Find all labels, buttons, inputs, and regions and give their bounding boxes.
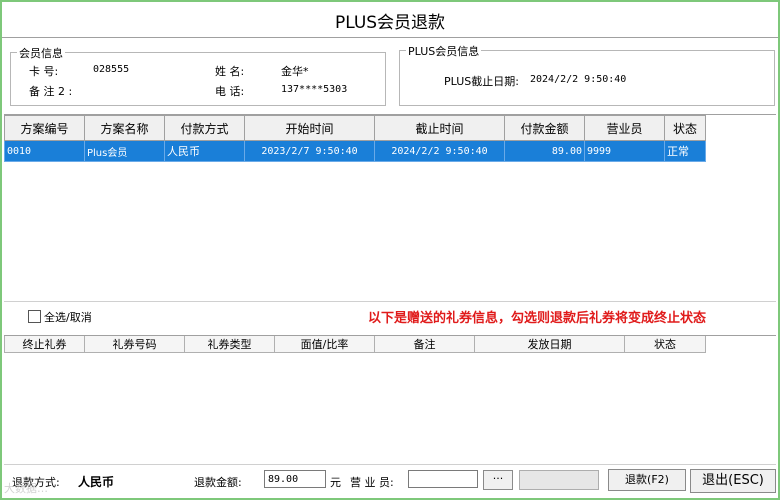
cell-status: 正常 xyxy=(664,140,706,162)
phone-label: 电 话: xyxy=(215,85,245,98)
col-coupon-type[interactable]: 礼券类型 xyxy=(184,336,275,353)
refund-button[interactable]: 退款(F2) xyxy=(608,469,686,491)
col-plan-name[interactable]: 方案名称 xyxy=(84,115,165,141)
name-value: 金华* xyxy=(281,65,309,78)
window-title: PLUS会员退款 xyxy=(334,13,446,33)
plan-table: 方案编号 方案名称 付款方式 开始时间 截止时间 付款金额 营业员 状态 001… xyxy=(4,115,706,162)
unit-label: 元 xyxy=(330,476,341,489)
card-label: 卡 号: xyxy=(29,65,59,78)
select-all-label: 全选/取消 xyxy=(44,311,92,324)
disabled-field xyxy=(519,470,599,490)
plus-info-group: PLUS会员信息 PLUS截止日期: 2024/2/2 9:50:40 xyxy=(399,43,775,106)
coupon-notice: 以下是赠送的礼券信息，勾选则退款后礼券将变成终止状态 xyxy=(368,311,707,326)
coupon-table-header: 终止礼券 礼券号码 礼券类型 面值/比率 备注 发放日期 状态 xyxy=(4,336,706,353)
col-end-time[interactable]: 截止时间 xyxy=(374,115,505,141)
name-label: 姓 名: xyxy=(215,65,245,78)
title-divider xyxy=(2,37,778,38)
col-coupon-status[interactable]: 状态 xyxy=(624,336,706,353)
select-all-checkbox[interactable] xyxy=(28,310,41,323)
refund-method-value: 人民币 xyxy=(78,475,115,489)
plus-expiry-value: 2024/2/2 9:50:40 xyxy=(530,74,627,85)
member-info-group: 会员信息 卡 号: 028555 备 注 2 : 姓 名: 金华* 电 话: 1… xyxy=(10,45,386,106)
staff-browse-button[interactable]: ··· xyxy=(483,470,513,490)
col-terminate-coupon[interactable]: 终止礼券 xyxy=(4,336,85,353)
col-start-time[interactable]: 开始时间 xyxy=(244,115,375,141)
refund-window: PLUS会员退款 会员信息 卡 号: 028555 备 注 2 : 姓 名: 金… xyxy=(0,0,780,500)
col-staff[interactable]: 营业员 xyxy=(584,115,665,141)
cell-start-time: 2023/2/7 9:50:40 xyxy=(244,140,375,162)
coupon-grid[interactable]: 终止礼券 礼券号码 礼券类型 面值/比率 备注 发放日期 状态 xyxy=(4,335,776,465)
col-plan-no[interactable]: 方案编号 xyxy=(4,115,85,141)
cell-staff: 9999 xyxy=(584,140,665,162)
table-row[interactable]: 0010 Plus会员 人民币 2023/2/7 9:50:40 2024/2/… xyxy=(4,140,706,162)
refund-amount-label: 退款金额: xyxy=(194,476,242,489)
coupon-table: 终止礼券 礼券号码 礼券类型 面值/比率 备注 发放日期 状态 xyxy=(4,336,706,353)
col-issue-date[interactable]: 发放日期 xyxy=(474,336,625,353)
col-amount[interactable]: 付款金额 xyxy=(504,115,585,141)
plus-info-title: PLUS会员信息 xyxy=(406,43,482,59)
col-coupon-no[interactable]: 礼券号码 xyxy=(84,336,185,353)
staff-field[interactable] xyxy=(408,470,478,488)
cell-plan-no: 0010 xyxy=(4,140,85,162)
plus-expiry-label: PLUS截止日期: xyxy=(444,75,519,88)
watermark: 大数据… xyxy=(4,482,48,495)
phone-value: 137****5303 xyxy=(281,84,348,95)
cell-amount: 89.00 xyxy=(504,140,585,162)
plan-table-header: 方案编号 方案名称 付款方式 开始时间 截止时间 付款金额 营业员 状态 xyxy=(4,115,706,141)
refund-amount-field[interactable]: 89.00 xyxy=(264,470,326,488)
staff-label: 营 业 员: xyxy=(350,476,394,489)
card-value: 028555 xyxy=(93,64,130,75)
plan-grid[interactable]: 方案编号 方案名称 付款方式 开始时间 截止时间 付款金额 营业员 状态 001… xyxy=(4,114,776,302)
cell-payment: 人民币 xyxy=(164,140,245,162)
exit-button[interactable]: 退出(ESC) xyxy=(690,469,776,493)
col-face-value[interactable]: 面值/比率 xyxy=(274,336,375,353)
col-remark[interactable]: 备注 xyxy=(374,336,475,353)
col-status[interactable]: 状态 xyxy=(664,115,706,141)
cell-plan-name: Plus会员 xyxy=(84,140,165,162)
member-info-title: 会员信息 xyxy=(17,45,65,61)
col-payment[interactable]: 付款方式 xyxy=(164,115,245,141)
cell-end-time: 2024/2/2 9:50:40 xyxy=(374,140,505,162)
remark-label: 备 注 2 : xyxy=(29,85,73,98)
